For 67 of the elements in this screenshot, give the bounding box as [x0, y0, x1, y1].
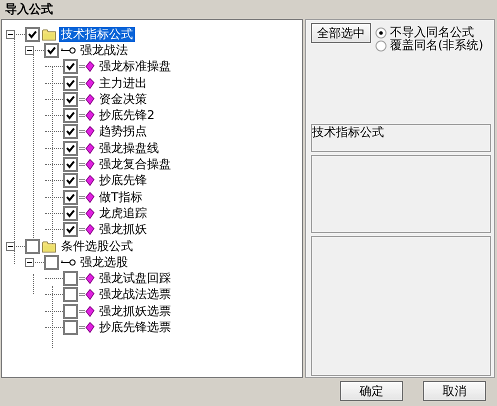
- option-label[interactable]: 覆盖同名(非系统): [390, 37, 484, 54]
- checkbox[interactable]: [44, 254, 59, 270]
- formula-icon: [79, 190, 95, 204]
- formula-icon: [79, 125, 95, 138]
- checkbox[interactable]: [63, 124, 78, 140]
- checkbox[interactable]: [63, 271, 78, 286]
- formula-icon: [79, 320, 95, 334]
- tree-item[interactable]: 主力进出: [97, 76, 149, 91]
- tree-item[interactable]: 做T指标: [97, 190, 144, 205]
- tree-item[interactable]: 强龙标准操盘: [97, 59, 173, 74]
- checkbox[interactable]: [63, 59, 78, 74]
- formula-icon: [79, 142, 95, 155]
- dialog-button[interactable]: 确定: [340, 381, 403, 401]
- collapse-button[interactable]: [25, 258, 34, 267]
- checkbox[interactable]: [63, 190, 78, 205]
- tree-item[interactable]: 强龙战法: [78, 42, 130, 58]
- tree-item[interactable]: 龙虎追踪: [97, 206, 149, 221]
- formula-icon: [79, 174, 95, 188]
- formula-icon: [79, 60, 95, 74]
- formula-icon: [79, 206, 95, 220]
- checkbox[interactable]: [63, 92, 78, 107]
- checkbox[interactable]: [63, 206, 78, 221]
- radio-button[interactable]: [375, 40, 387, 52]
- formula-icon: [79, 76, 95, 90]
- formula-icon: [79, 92, 95, 106]
- tree-item[interactable]: 强龙操盘线: [97, 140, 161, 156]
- checkbox[interactable]: [25, 26, 40, 42]
- tree-item[interactable]: 抄底先锋2: [97, 108, 157, 124]
- checkbox[interactable]: [63, 304, 78, 319]
- collapse-button[interactable]: [6, 30, 15, 39]
- select-all-button[interactable]: 全部选中: [311, 23, 371, 43]
- tree-item[interactable]: 抄底先锋选票: [97, 320, 173, 335]
- collapse-button[interactable]: [25, 46, 34, 55]
- checkbox[interactable]: [44, 42, 59, 58]
- radio-button[interactable]: [375, 26, 387, 38]
- folder-icon: [41, 240, 57, 252]
- checkbox[interactable]: [63, 320, 78, 335]
- collapse-button[interactable]: [6, 242, 15, 250]
- window-title: 导入公式: [4, 1, 54, 18]
- formula-icon: [79, 272, 95, 286]
- tree-item[interactable]: 强龙复合操盘: [97, 157, 173, 172]
- checkbox[interactable]: [63, 108, 78, 124]
- checkbox[interactable]: [63, 173, 78, 188]
- tree-item[interactable]: 条件选股公式: [59, 238, 135, 254]
- checkbox[interactable]: [63, 76, 78, 91]
- tree-item[interactable]: 资金决策: [97, 92, 149, 107]
- folder-icon: [41, 28, 57, 41]
- tree-item[interactable]: 强龙战法选票: [97, 287, 173, 302]
- tree-item[interactable]: 强龙选股: [78, 254, 130, 270]
- dialog-button[interactable]: 取消: [423, 381, 486, 401]
- checkbox[interactable]: [25, 238, 40, 254]
- checkbox[interactable]: [63, 287, 78, 302]
- category-field[interactable]: 技术指标公式: [311, 124, 491, 152]
- tree-item[interactable]: 趋势拐点: [97, 124, 149, 140]
- checkbox[interactable]: [63, 157, 78, 172]
- formula-icon: [79, 304, 95, 318]
- formula-icon: [79, 109, 95, 122]
- tree-item[interactable]: 强龙试盘回踩: [97, 271, 173, 286]
- formula-icon: [79, 158, 95, 172]
- checkbox[interactable]: [63, 140, 78, 156]
- formula-icon: [79, 288, 95, 302]
- checkbox[interactable]: [63, 222, 78, 238]
- tree-item[interactable]: 强龙抓妖: [97, 222, 149, 238]
- tree-item[interactable]: 技术指标公式: [59, 26, 135, 42]
- tree-item[interactable]: 抄底先锋: [97, 173, 149, 188]
- tree-item[interactable]: 强龙抓妖选票: [97, 304, 173, 319]
- formula-icon: [79, 223, 95, 236]
